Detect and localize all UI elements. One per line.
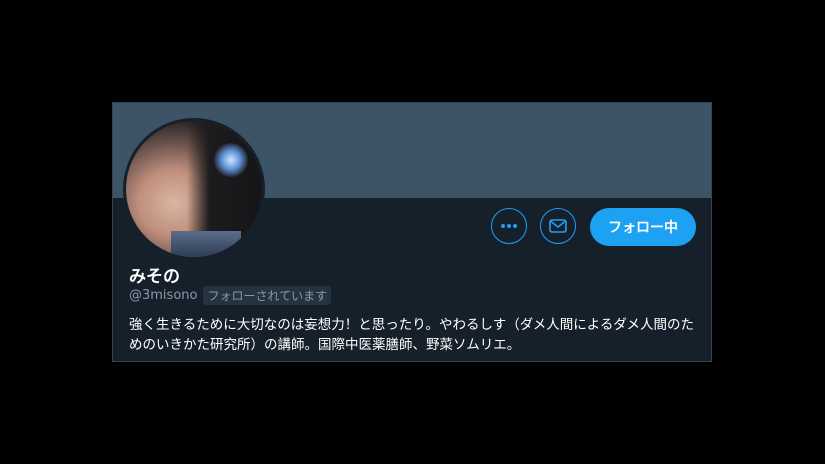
following-button[interactable]: フォロー中 xyxy=(590,208,696,246)
message-button[interactable] xyxy=(540,208,576,244)
envelope-icon xyxy=(549,219,567,233)
user-handle[interactable]: @3misono xyxy=(129,288,197,303)
avatar-light-spot xyxy=(214,143,248,177)
more-button[interactable] xyxy=(491,208,527,244)
profile-bio: 強く生きるために大切なのは妄想力！と思ったり。やわるしす（ダメ人間によるダメ人間… xyxy=(129,317,694,353)
avatar[interactable] xyxy=(123,118,265,260)
handle-row: @3misono フォローされています xyxy=(129,286,332,305)
avatar-collar xyxy=(171,231,241,257)
display-name: みその xyxy=(129,267,180,287)
profile-card: フォロー中 みその @3misono フォローされています 強く生きるために大切… xyxy=(112,102,712,362)
more-icon xyxy=(501,224,517,228)
follows-you-badge: フォローされています xyxy=(203,286,332,305)
